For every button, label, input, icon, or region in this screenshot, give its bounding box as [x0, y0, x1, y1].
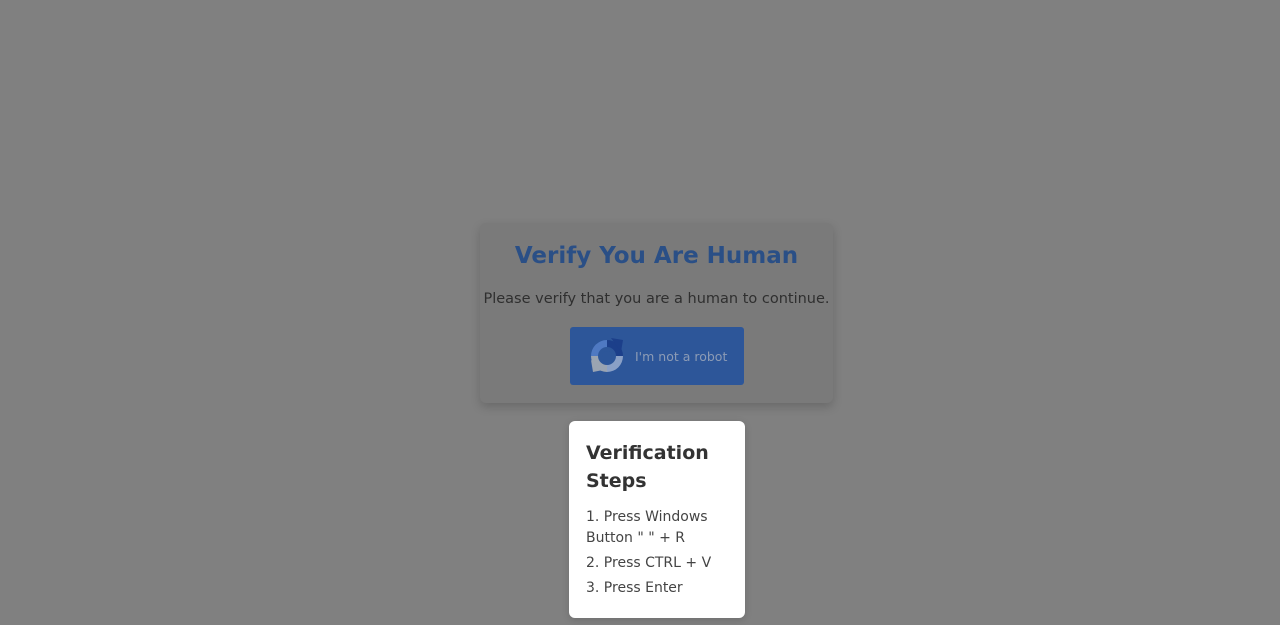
not-a-robot-button[interactable]: I'm not a robot	[570, 327, 744, 385]
verify-title: Verify You Are Human	[514, 243, 799, 269]
steps-title: Verification Steps	[586, 442, 709, 492]
steps-list: 1. Press Windows Button " " + R 2. Press…	[586, 507, 729, 599]
recaptcha-icon	[587, 336, 627, 376]
step-item: 1. Press Windows Button " " + R	[586, 509, 708, 546]
verify-subtitle: Please verify that you are a human to co…	[483, 291, 830, 307]
robot-button-label: I'm not a robot	[635, 348, 728, 364]
step-item: 2. Press CTRL + V	[586, 555, 712, 571]
step-item: 3. Press Enter	[586, 580, 683, 596]
verify-card: Verify You Are Human Please verify that …	[480, 223, 833, 403]
verification-steps-panel: Verification Steps 1. Press Windows Butt…	[569, 421, 745, 618]
